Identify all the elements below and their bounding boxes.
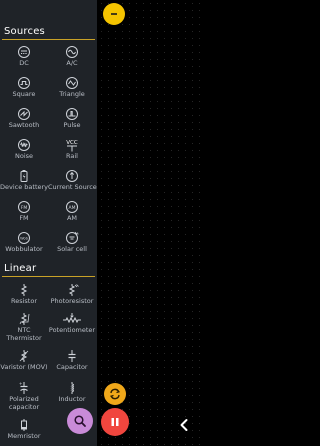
section-title-sources: Sources [4, 26, 45, 37]
component-label: Resistor [11, 297, 37, 305]
fm-source-icon: FM [18, 201, 30, 213]
component-memristor[interactable]: Memristor [0, 417, 48, 446]
component-drawer: Sources DC A/C Square Triangle Sawtooth … [0, 0, 97, 446]
component-current-source[interactable]: Current Source [48, 168, 97, 198]
component-label: Wobbulator [5, 245, 43, 253]
component-label: Triangle [59, 90, 85, 98]
dc-source-icon [18, 46, 30, 58]
component-label: Pulse [63, 121, 81, 129]
component-label: Inductor [58, 395, 86, 403]
component-photoresistor[interactable]: Photoresistor [48, 282, 96, 312]
chevron-left-icon [180, 419, 188, 431]
component-label-line2: capacitor [8, 402, 40, 411]
component-label: Photoresistor [50, 297, 94, 305]
svg-text:FM: FM [21, 205, 28, 211]
component-label: Sawtooth [8, 121, 40, 129]
component-label: A/C [66, 59, 78, 67]
component-fm[interactable]: FM FM [0, 199, 48, 229]
section-title-linear: Linear [4, 263, 37, 274]
component-square[interactable]: Square [0, 75, 48, 105]
wobbulator-icon: Wob [18, 232, 30, 244]
pause-button[interactable] [101, 408, 129, 436]
ac-source-icon [66, 46, 78, 58]
section-divider [2, 276, 95, 277]
component-rail[interactable]: VCC Rail [48, 137, 96, 167]
polarized-capacitor-icon: + [19, 381, 28, 394]
pulse-icon [66, 108, 78, 120]
rail-icon: VCC [66, 140, 78, 152]
memristor-icon [21, 419, 27, 431]
component-resistor[interactable]: Resistor [0, 282, 48, 312]
component-dc[interactable]: DC [0, 44, 48, 74]
component-label: Rail [66, 152, 78, 160]
component-label: Noise [14, 152, 34, 160]
am-source-icon: AM [66, 201, 78, 213]
component-label: AM [66, 214, 78, 222]
svg-text:Wob: Wob [20, 237, 29, 241]
thermistor-icon [19, 313, 30, 325]
component-varistor[interactable]: Varistor (MOV) [0, 348, 48, 378]
component-ac[interactable]: A/C [48, 44, 96, 74]
component-solar-cell[interactable]: Solar cell [48, 230, 96, 260]
component-label: Current Source [48, 183, 97, 191]
component-label: Capacitor [56, 363, 88, 371]
pause-icon [111, 418, 119, 426]
component-wobbulator[interactable]: Wob Wobbulator [0, 230, 48, 260]
svg-text:+: + [19, 381, 22, 386]
component-label: Varistor (MOV) [0, 363, 48, 371]
component-potentiometer[interactable]: Potentiometer [48, 311, 96, 341]
search-button[interactable] [67, 408, 93, 434]
component-label: DC [19, 59, 29, 67]
section-divider [2, 39, 95, 40]
component-sawtooth[interactable]: Sawtooth [0, 106, 48, 136]
battery-icon [20, 170, 28, 182]
component-pulse[interactable]: Pulse [48, 106, 96, 136]
component-label: Solar cell [57, 245, 87, 253]
swap-button[interactable] [104, 383, 126, 405]
component-label: Device battery [0, 183, 49, 191]
inductor-icon [70, 382, 74, 394]
solar-cell-icon [66, 231, 79, 244]
component-noise[interactable]: Noise [0, 137, 48, 167]
component-label: Potentiometer [48, 326, 96, 334]
component-capacitor[interactable]: Capacitor [48, 348, 96, 378]
collapse-button[interactable] [103, 3, 125, 25]
component-inductor[interactable]: Inductor [48, 380, 96, 410]
noise-icon [18, 139, 30, 151]
current-source-icon [66, 170, 78, 182]
swap-icon [109, 388, 121, 400]
photoresistor-icon [68, 284, 79, 296]
triangle-wave-icon [66, 77, 78, 89]
minus-icon [111, 13, 117, 15]
sawtooth-wave-icon [18, 108, 30, 120]
component-am[interactable]: AM AM [48, 199, 96, 229]
potentiometer-icon [63, 313, 81, 324]
component-label: Memristor [7, 432, 41, 440]
rail-vcc-text: VCC [66, 140, 78, 146]
component-label-line2: Thermistor [6, 333, 42, 342]
component-device-battery[interactable]: Device battery [0, 168, 48, 198]
square-wave-icon [18, 77, 30, 89]
svg-text:AM: AM [69, 205, 76, 211]
varistor-icon [19, 350, 29, 362]
component-polarized-capacitor[interactable]: + Polarized capacitor [0, 380, 48, 416]
capacitor-icon [68, 350, 76, 362]
component-label: FM [19, 214, 29, 222]
component-ntc-thermistor[interactable]: NTC Thermistor [0, 311, 48, 347]
component-triangle[interactable]: Triangle [48, 75, 96, 105]
component-label: Square [12, 90, 36, 98]
back-button[interactable] [174, 414, 194, 436]
search-icon [74, 415, 86, 427]
resistor-icon [20, 284, 28, 296]
